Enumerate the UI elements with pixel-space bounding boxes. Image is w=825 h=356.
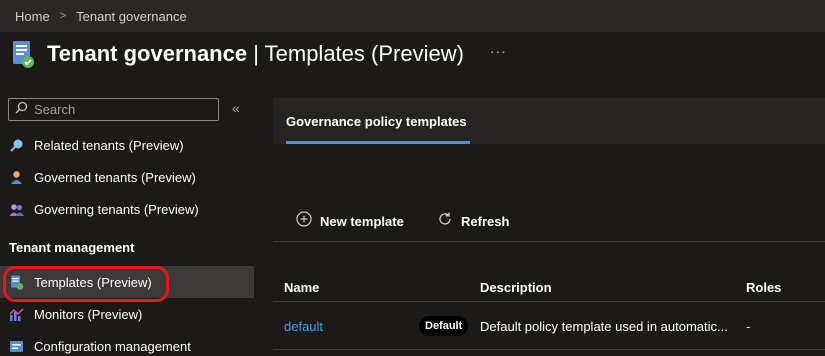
template-roles: - bbox=[746, 319, 751, 334]
tab-governance-policy-templates[interactable]: Governance policy templates bbox=[286, 98, 467, 144]
collapse-sidebar-icon[interactable]: « bbox=[232, 100, 240, 116]
people-icon bbox=[9, 202, 24, 217]
default-badge: Default bbox=[419, 316, 469, 336]
sidebar-item-templates[interactable]: Templates (Preview) bbox=[0, 266, 254, 298]
refresh-label: Refresh bbox=[461, 213, 510, 229]
search-icon bbox=[15, 101, 28, 119]
breadcrumb-tenant-governance-link[interactable]: Tenant governance bbox=[76, 9, 187, 24]
sidebar-item-label: Configuration management bbox=[34, 338, 191, 354]
sidebar-item-configuration-management[interactable]: Configuration management bbox=[0, 330, 254, 356]
template-description: Default policy template used in automati… bbox=[480, 319, 728, 334]
sidebar: « Related tenants (Preview) Governed ten… bbox=[0, 92, 256, 356]
sidebar-item-label: Monitors (Preview) bbox=[34, 306, 143, 322]
column-header-roles[interactable]: Roles bbox=[746, 280, 781, 295]
tenant-governance-icon bbox=[10, 39, 36, 69]
table-header: Name Description Roles bbox=[273, 270, 825, 302]
section-header-tenant-management: Tenant management bbox=[9, 240, 135, 255]
configuration-icon bbox=[9, 339, 24, 354]
sidebar-item-governing-tenants[interactable]: Governing tenants (Preview) bbox=[0, 193, 254, 225]
template-name-link[interactable]: default bbox=[284, 319, 323, 334]
sidebar-search bbox=[8, 98, 219, 121]
more-options-icon[interactable]: ··· bbox=[490, 43, 507, 59]
person-icon bbox=[9, 170, 24, 185]
chevron-right-icon: > bbox=[59, 10, 67, 22]
sidebar-item-related-tenants[interactable]: Related tenants (Preview) bbox=[0, 129, 254, 161]
sidebar-item-monitors[interactable]: Monitors (Preview) bbox=[0, 298, 254, 330]
table-row: default Default Default policy template … bbox=[273, 302, 825, 350]
monitor-chart-icon bbox=[9, 307, 24, 322]
refresh-button[interactable]: Refresh bbox=[437, 210, 509, 232]
column-header-name[interactable]: Name bbox=[284, 280, 319, 295]
active-tab-indicator bbox=[286, 141, 470, 144]
breadcrumb-home-link[interactable]: Home bbox=[15, 9, 50, 24]
page-title: Tenant governance | Templates (Preview) bbox=[47, 41, 464, 66]
sidebar-item-label: Governed tenants (Preview) bbox=[34, 169, 196, 185]
sidebar-item-governed-tenants[interactable]: Governed tenants (Preview) bbox=[0, 161, 254, 193]
sidebar-item-label: Templates (Preview) bbox=[34, 274, 152, 290]
template-icon bbox=[9, 275, 24, 290]
breadcrumb: Home > Tenant governance bbox=[0, 0, 825, 32]
tab-bar: Governance policy templates bbox=[273, 98, 825, 144]
search-input[interactable] bbox=[34, 102, 204, 117]
sidebar-item-label: Related tenants (Preview) bbox=[34, 137, 184, 153]
search-tenant-icon bbox=[9, 138, 24, 153]
column-header-description[interactable]: Description bbox=[480, 280, 552, 295]
refresh-icon bbox=[437, 211, 453, 232]
page-header: Tenant governance | Templates (Preview) … bbox=[10, 36, 507, 72]
add-circle-icon bbox=[296, 210, 312, 232]
new-template-label: New template bbox=[320, 213, 404, 229]
main-content: Governance policy templates New template… bbox=[273, 98, 825, 356]
new-template-button[interactable]: New template bbox=[296, 210, 404, 232]
sidebar-item-label: Governing tenants (Preview) bbox=[34, 201, 199, 217]
toolbar: New template Refresh bbox=[273, 202, 825, 242]
